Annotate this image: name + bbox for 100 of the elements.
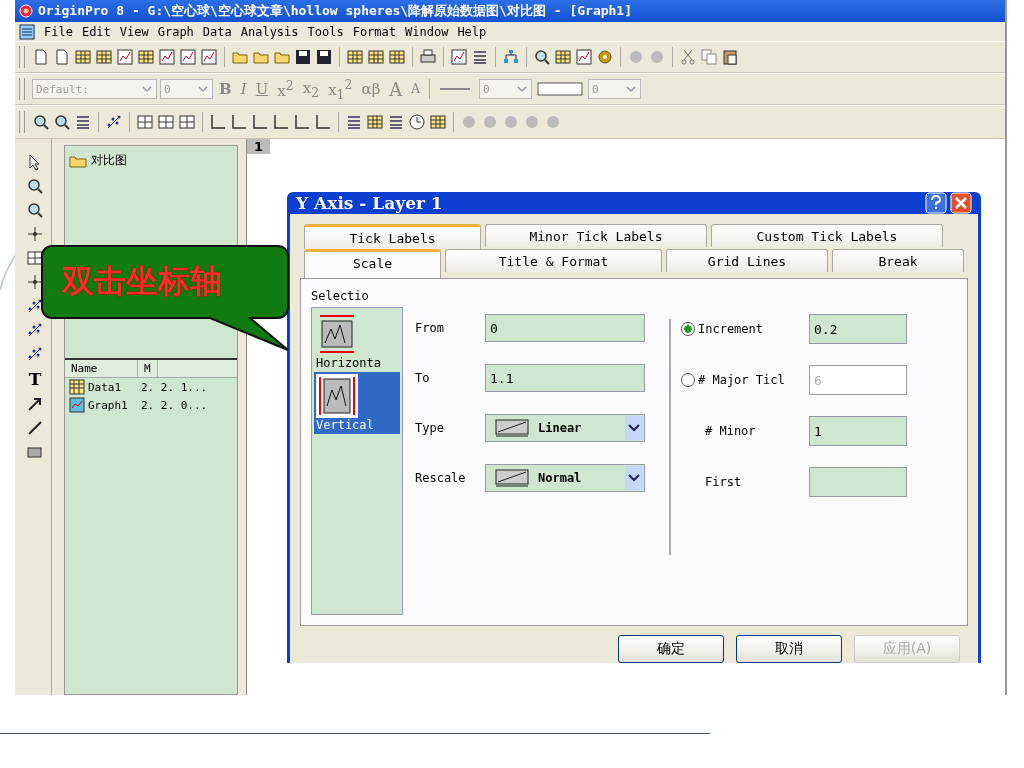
dropdown[interactable]: Normal [485,464,645,492]
tab[interactable]: Minor Tick Labels [485,224,707,247]
input-field[interactable] [809,467,907,497]
tab[interactable]: Scale [304,249,441,278]
menu-item[interactable]: Window [405,24,449,39]
clock-icon[interactable] [408,113,426,131]
magnifier-icon[interactable] [26,177,44,195]
menu-item[interactable]: Format [352,24,397,39]
document-icon[interactable] [32,48,50,66]
dialog-button[interactable]: 取消 [736,635,842,663]
tab[interactable]: Tick Labels [304,224,481,249]
menu-item[interactable]: Edit [81,24,111,39]
field-label: Type [415,421,445,435]
table-icon[interactable] [137,48,155,66]
text-tool[interactable]: T [28,369,42,389]
column-header[interactable]: M [138,360,158,377]
printer-icon[interactable] [419,48,437,66]
border-style-icon[interactable] [535,80,585,98]
chart-icon[interactable] [179,48,197,66]
dialog-button[interactable]: 确定 [618,635,724,663]
save-icon[interactable] [315,48,333,66]
dropdown[interactable]: Linear [485,414,645,442]
table-icon[interactable] [429,113,447,131]
explorer-item[interactable]: Graph1 2. 2. 0... [65,396,237,414]
table-icon[interactable] [74,48,92,66]
axis-option[interactable]: Vertical [314,372,400,434]
scatter-icon[interactable] [105,113,123,131]
magnifier-icon[interactable] [32,113,50,131]
close-button[interactable] [950,192,972,214]
axis-option[interactable]: Horizonta [314,310,400,372]
save-icon[interactable] [294,48,312,66]
input-field[interactable]: 0.2 [809,314,907,344]
menu-item[interactable]: File [44,24,73,39]
radio-button[interactable] [681,322,695,336]
menu-item[interactable]: Help [457,24,487,39]
menu-item[interactable]: Data [202,24,232,39]
magnifier-icon[interactable] [53,113,71,131]
table-icon [69,379,85,395]
folder-icon [69,153,87,168]
list-icon[interactable] [471,48,489,66]
arrow-icon[interactable] [26,395,44,413]
table-icon[interactable] [346,48,364,66]
magnifier-icon[interactable] [533,48,551,66]
line-icon[interactable] [26,419,44,437]
explorer-item[interactable]: Data1 2. 2. 1... [65,378,237,396]
table-icon[interactable] [367,48,385,66]
folder-item[interactable]: 对比图 [69,152,233,169]
tab[interactable]: Title & Format [445,249,662,272]
document-menu-icon[interactable] [19,23,35,40]
chart-icon [69,397,85,413]
scatter-icon[interactable] [26,345,44,363]
tab[interactable]: Grid Lines [666,249,828,272]
layout-icon[interactable] [26,249,44,267]
menu-item[interactable]: Tools [307,24,344,39]
crosshair-icon[interactable] [26,225,44,243]
field-label: From [415,321,445,335]
help-button[interactable] [925,192,947,214]
axis-icon[interactable] [230,113,248,131]
field-label: Rescale [415,471,467,485]
menu-item[interactable]: Graph [157,24,194,39]
input-field[interactable]: 1 [809,416,907,446]
input-field[interactable]: 1.1 [485,364,645,392]
chart-icon[interactable] [158,48,176,66]
crosshair-icon[interactable] [26,273,44,291]
field-label: First [704,475,743,489]
chart-icon[interactable] [116,48,134,66]
radio-label[interactable]: Increment [698,322,764,336]
menu-item[interactable]: View [119,24,149,39]
axis-icon[interactable] [293,113,311,131]
table-icon[interactable] [95,48,113,66]
scale-icon [492,466,532,490]
axis-icon[interactable] [272,113,290,131]
column-header[interactable]: Name [65,360,138,377]
chart-icon[interactable] [200,48,218,66]
chart-icon[interactable] [575,48,593,66]
window-title: OriginPro 8 - G:\空心球\空心球文章\hollow spheres\降解原始数据图\对比图 - [Graph1] [38,2,633,20]
tree-icon[interactable] [502,48,520,66]
gear-icon[interactable] [596,48,614,66]
chart-icon[interactable] [450,48,468,66]
list-icon[interactable] [345,113,363,131]
tab[interactable]: Custom Tick Labels [711,224,943,247]
list-icon[interactable] [387,113,405,131]
axis-icon[interactable] [209,113,227,131]
graph-window-tab[interactable]: 1 [247,139,271,154]
vertical-axis-icon [316,374,358,418]
clipboard-icon[interactable] [721,48,739,66]
table-icon[interactable] [554,48,572,66]
table-icon[interactable] [366,113,384,131]
axis-icon[interactable] [314,113,332,131]
document-icon[interactable] [53,48,71,66]
tab[interactable]: Break [832,249,964,272]
scissors-icon[interactable] [679,48,697,66]
input-field[interactable]: 0 [485,314,645,342]
list-icon[interactable] [74,113,92,131]
magnifier-icon[interactable] [26,201,44,219]
table-icon[interactable] [388,48,406,66]
axis-icon[interactable] [251,113,269,131]
menu-item[interactable]: Analysis [240,24,299,39]
scatter-icon[interactable] [26,321,44,339]
selection-label: Selectio [311,289,370,303]
